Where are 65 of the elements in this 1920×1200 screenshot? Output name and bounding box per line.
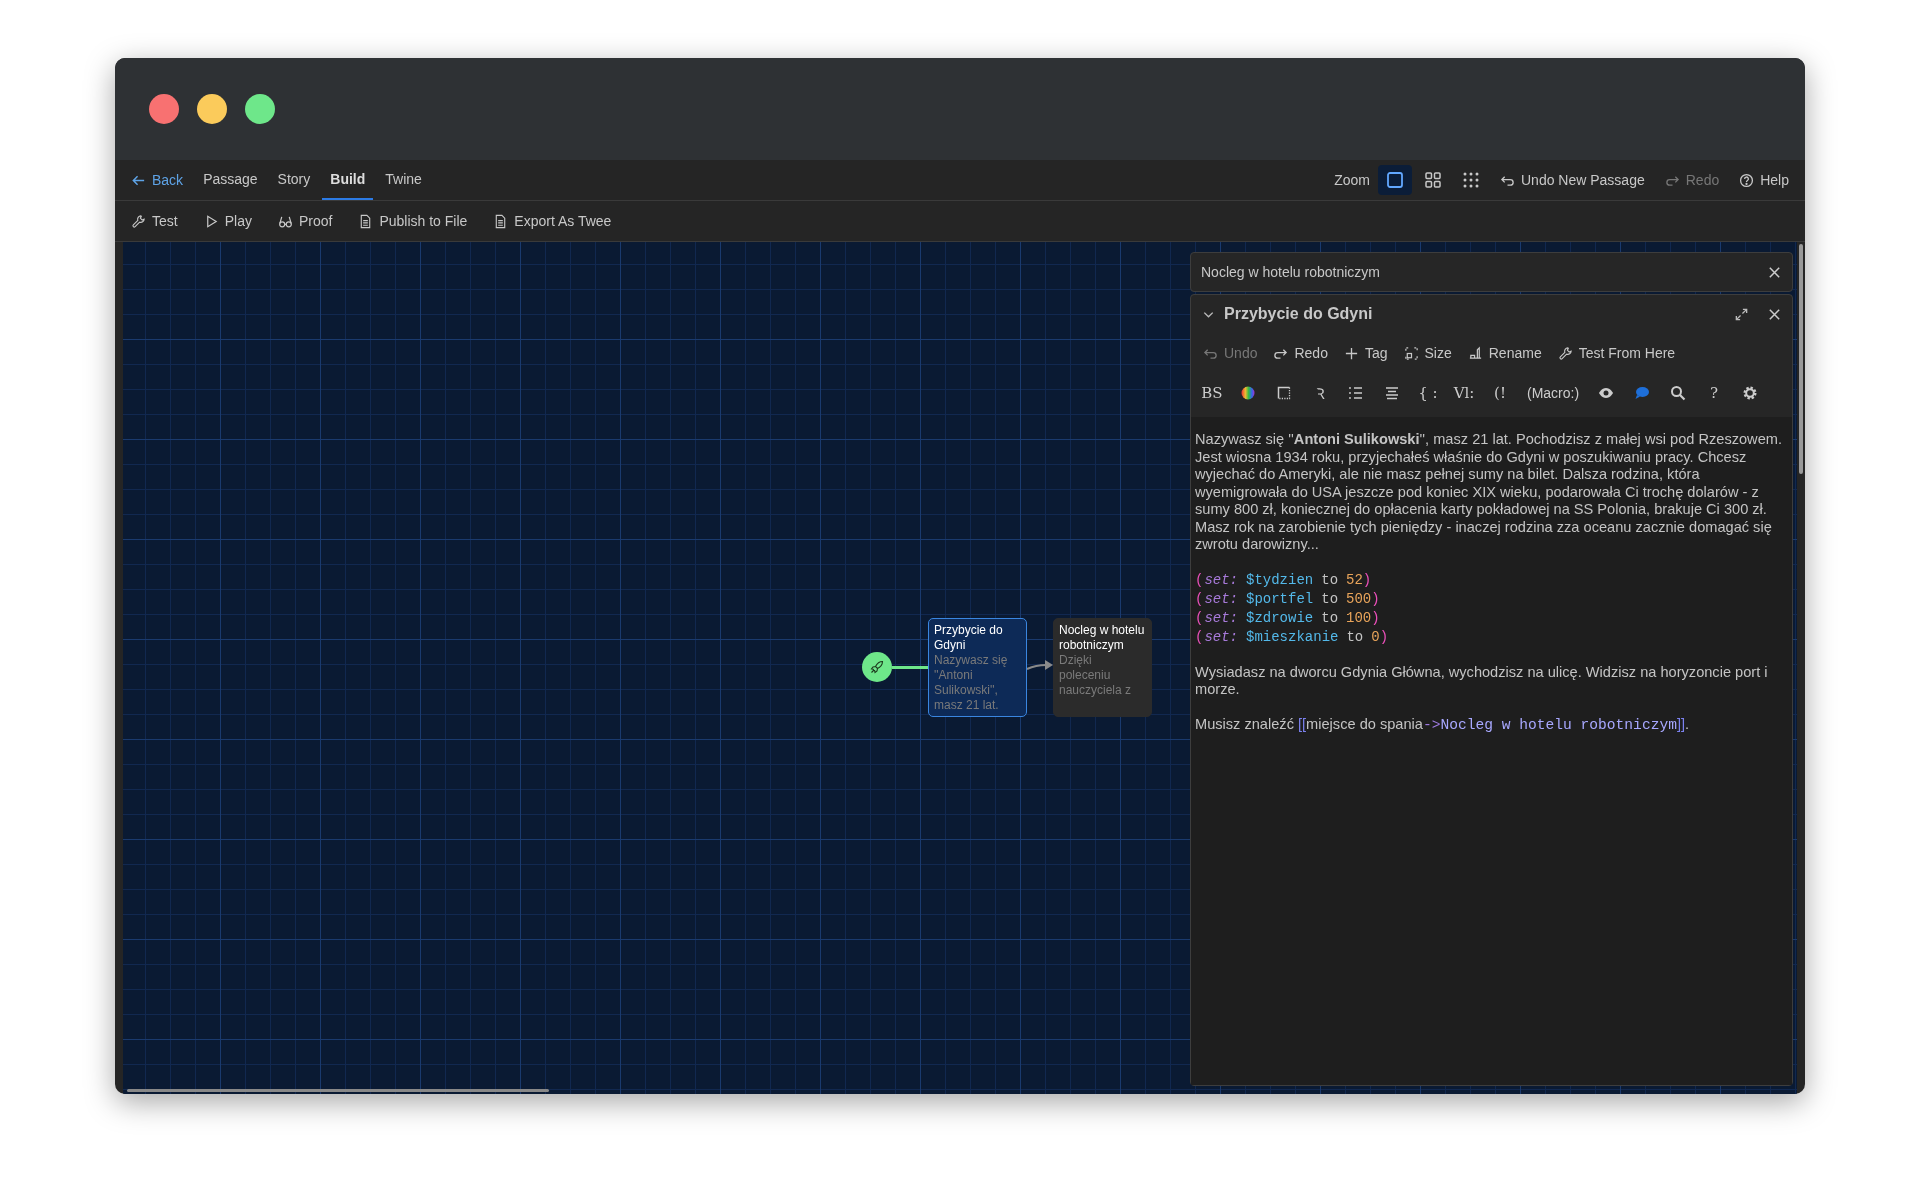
single-square-icon bbox=[1386, 171, 1404, 189]
close-icon[interactable] bbox=[1767, 264, 1782, 280]
start-rocket-icon bbox=[862, 652, 892, 682]
toolbar-button[interactable]: Play bbox=[195, 205, 260, 237]
menu-tab[interactable]: Story bbox=[269, 160, 319, 200]
horizontal-scrollbar[interactable] bbox=[127, 1089, 549, 1092]
passage-action-button[interactable]: Size bbox=[1395, 337, 1460, 369]
menu-tab[interactable]: Passage bbox=[195, 160, 266, 200]
passage-card[interactable]: Przybycie do Gdyni Nazywasz się ''Antoni Sulikowski'', masz 21 lat. bbox=[928, 618, 1027, 717]
zoom-label: Zoom bbox=[1334, 172, 1370, 188]
set-macro-line: (set: $portfel to 500) bbox=[1195, 589, 1380, 609]
passage-link[interactable]: [[miejsce do spania->Nocleg w hotelu robotniczym]] bbox=[1298, 715, 1686, 732]
settings-icon bbox=[1742, 385, 1759, 401]
eye-icon bbox=[1598, 385, 1615, 401]
passage-action-button[interactable]: Rename bbox=[1459, 337, 1550, 369]
passage-paragraph: Musisz znaleźć [[miejsce do spania->Nocleg w hotelu robotniczym]]. bbox=[1195, 715, 1691, 734]
maximize-icon[interactable] bbox=[1734, 306, 1749, 322]
close-icon[interactable] bbox=[1767, 306, 1782, 322]
help-icon bbox=[1739, 172, 1755, 188]
maximize-window-button[interactable] bbox=[245, 94, 275, 124]
toolbar-button[interactable]: Test bbox=[123, 205, 186, 237]
rename-icon bbox=[1467, 345, 1483, 361]
set-macro-line: (set: $mieszkanie to 0) bbox=[1195, 627, 1389, 647]
format-button[interactable]: Ꝛ bbox=[1303, 377, 1337, 409]
set-macro-line: (set: $tydzien to 52) bbox=[1195, 570, 1372, 590]
menu-tab[interactable]: Twine bbox=[377, 160, 430, 200]
start-connector bbox=[892, 666, 928, 669]
plus-icon bbox=[1343, 345, 1359, 361]
passage-action-button[interactable]: Test From Here bbox=[1549, 337, 1684, 369]
passage-card[interactable]: Nocleg w hotelu robotniczym Dzięki poleceniu nauczyciela z bbox=[1053, 618, 1152, 717]
format-button[interactable]: (Macro:) bbox=[1519, 377, 1588, 409]
back-link[interactable]: Back bbox=[123, 172, 192, 188]
zoom-level-button[interactable] bbox=[1378, 165, 1412, 195]
close-window-button[interactable] bbox=[149, 94, 179, 124]
frame-icon bbox=[1276, 385, 1292, 401]
color-wheel-icon bbox=[1240, 385, 1256, 401]
toolbar-button[interactable]: Publish to File bbox=[350, 205, 476, 237]
toolbar-button[interactable]: Export As Twee bbox=[485, 205, 620, 237]
nine-dots-icon bbox=[1462, 171, 1480, 189]
toolbar-button[interactable]: Proof bbox=[269, 205, 341, 237]
minimize-window-button[interactable] bbox=[197, 94, 227, 124]
dialog-title: Przybycie do Gdyni bbox=[1224, 305, 1373, 323]
vertical-scrollbar[interactable] bbox=[1799, 244, 1803, 474]
dashed-square-icon bbox=[1403, 345, 1419, 361]
passage-paragraph: Wysiadasz na dworcu Gdynia Główna, wychodzisz na ulicę. Widzisz na horyzoncie port i morze. bbox=[1195, 663, 1769, 699]
format-button[interactable]: Vl: bbox=[1447, 377, 1481, 409]
format-button[interactable]: BS bbox=[1195, 377, 1229, 409]
align-center-icon bbox=[1384, 385, 1400, 401]
dialog-title: Nocleg w hotelu robotniczym bbox=[1201, 264, 1380, 280]
menu-tab[interactable]: Build bbox=[322, 160, 374, 200]
menu-action-button[interactable]: Help bbox=[1731, 164, 1797, 196]
list-icon bbox=[1348, 385, 1364, 401]
speech-bubble-icon bbox=[1634, 385, 1651, 401]
passage-paragraph: Nazywasz się ''Antoni Sulikowski'', masz 21 lat. Pochodzisz z małej wsi pod Rzeszowem. Jest wiosna 1934 roku, przyjechałeś właśnie do Gdyni w poszukiwaniu pracy. Chcesz wyjechać do Ameryki, ale nie masz pełnej sumy na bilet. Dalsza rodzina, która wyemigrowała do USA jeszcze pod koniec XIX wieku, podarowała Ci trochę dolarów - z sumy 800 zł, koniecznej do opłacenia karty pokładowej na SS Polonia, brakuje Ci 300 zł. Masz rok na zarobienie tych pieniędzy - inaczej rodzina zza oceanu zacznie domagać się zwrotu darowizny... bbox=[1195, 431, 1783, 554]
wrench-icon bbox=[131, 213, 146, 229]
search-icon bbox=[1670, 385, 1687, 401]
four-squares-icon bbox=[1424, 171, 1442, 189]
passage-action-button[interactable]: Tag bbox=[1335, 337, 1396, 369]
passage-action-button[interactable]: Redo bbox=[1265, 337, 1336, 369]
wrench-icon bbox=[1557, 345, 1573, 361]
set-macro-line: (set: $zdrowie to 100) bbox=[1195, 608, 1380, 628]
format-button[interactable]: (! bbox=[1483, 377, 1517, 409]
format-button[interactable]: { : bbox=[1411, 377, 1445, 409]
format-button[interactable]: ? bbox=[1697, 377, 1732, 409]
menu-action-button[interactable]: Undo New Passage bbox=[1492, 164, 1653, 196]
